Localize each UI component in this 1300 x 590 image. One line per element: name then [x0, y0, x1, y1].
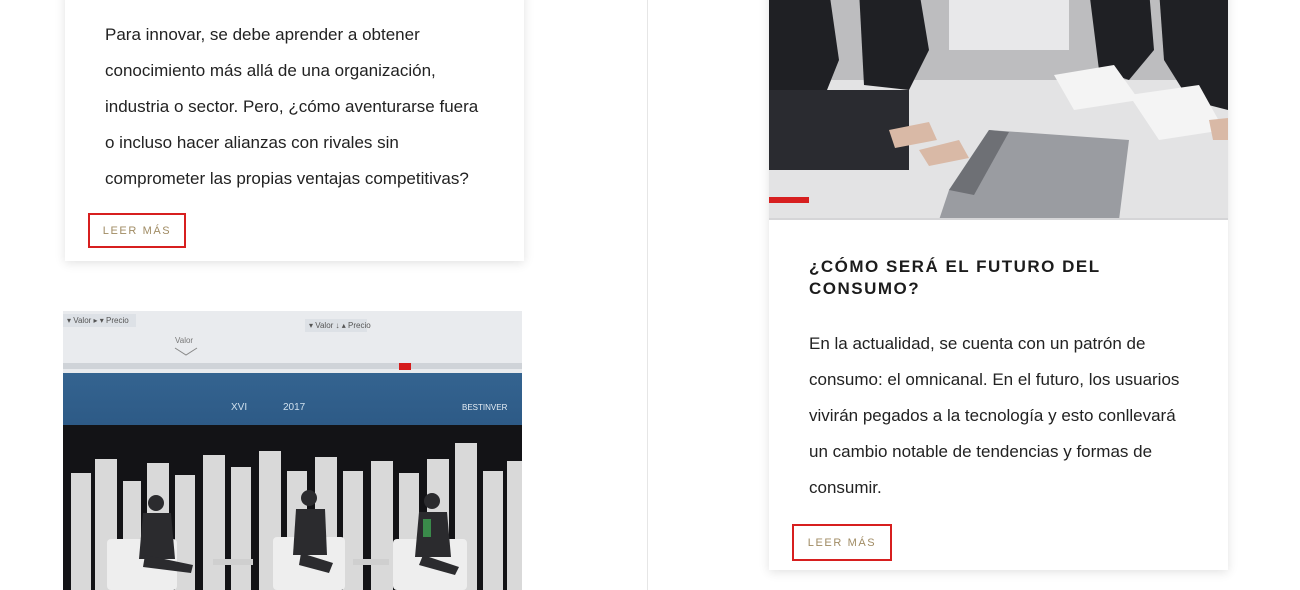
article-card-future-consumption: ¿CÓMO SERÁ EL FUTURO DEL CONSUMO? En la … [769, 0, 1228, 570]
conference-photo[interactable]: ▾ Valor ▸ ▾ Precio ▾ Valor ↓ ▴ Precio Va… [63, 311, 522, 590]
column-divider [647, 0, 648, 590]
event-label: XVI [231, 402, 247, 413]
screen-left-label: ▾ Valor ▸ ▾ Precio [67, 316, 129, 325]
conference-photo-illustration: ▾ Valor ▸ ▾ Precio ▾ Valor ↓ ▴ Precio Va… [63, 311, 522, 590]
brand-label: BESTINVER [462, 403, 508, 412]
year-label: 2017 [283, 402, 306, 413]
article-excerpt: En la actualidad, se cuenta con un patró… [809, 334, 1180, 497]
read-more-button[interactable]: LEER MÁS [792, 524, 892, 561]
screen-right-label: ▾ Valor ↓ ▴ Precio [309, 321, 371, 330]
article-title[interactable]: ¿CÓMO SERÁ EL FUTURO DEL CONSUMO? [809, 256, 1129, 300]
article-excerpt: Para innovar, se debe aprender a obtener… [105, 25, 479, 188]
read-more-button[interactable]: LEER MÁS [88, 213, 186, 248]
screen-center-label: Valor [175, 336, 193, 345]
meeting-photo-illustration [769, 0, 1228, 220]
article-card-innovation: Para innovar, se debe aprender a obtener… [65, 0, 524, 261]
meeting-photo[interactable] [769, 0, 1228, 220]
